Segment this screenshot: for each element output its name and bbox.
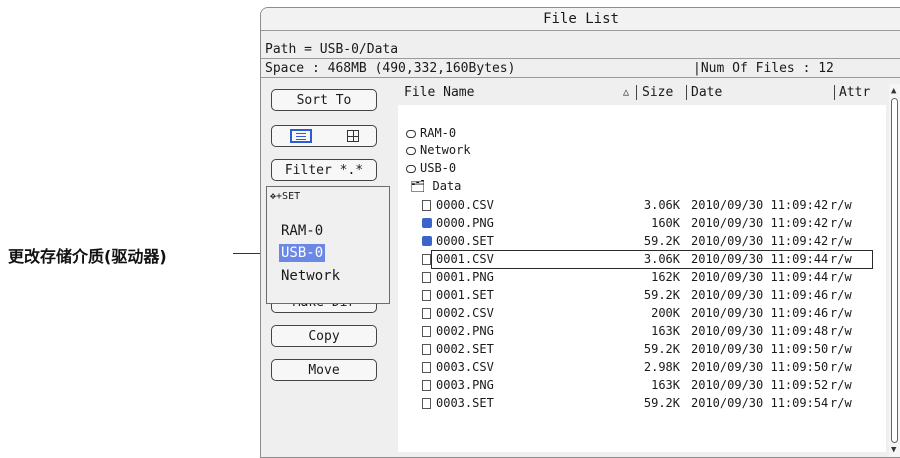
drive-icon	[406, 129, 416, 138]
list-item-selected[interactable]: 0001.CSV 3.06K 2010/09/30 11:09:44 r/w	[422, 250, 873, 269]
drive-item-ram[interactable]: RAM-0	[406, 125, 456, 142]
space-line: Space : 468MB (490,332,160Bytes) |Num Of…	[261, 60, 900, 78]
hint-row: ✥+SET	[270, 191, 301, 202]
document-icon	[422, 308, 431, 319]
column-separator	[636, 85, 637, 100]
column-header-date[interactable]: Date	[691, 84, 722, 101]
move-button[interactable]: Move	[271, 359, 377, 381]
document-icon	[422, 200, 431, 211]
media-select-popup: ✥+SET RAM-0 USB-0 Network	[266, 186, 390, 304]
scroll-up-icon[interactable]: ▲	[891, 86, 896, 96]
column-header-name[interactable]: File Name	[404, 84, 474, 101]
column-header-attr[interactable]: Attr	[839, 84, 870, 101]
drive-icon	[406, 146, 416, 155]
document-icon	[422, 344, 431, 355]
file-count: |Num Of Files : 12	[693, 61, 834, 76]
media-change-callout: 更改存储介质(驱动器)	[8, 247, 167, 266]
list-item[interactable]: 0003.SET 59.2K 2010/09/30 11:09:54 r/w	[398, 395, 872, 412]
sort-to-button[interactable]: Sort To	[271, 89, 377, 111]
display-mode-toggle[interactable]	[271, 125, 377, 147]
file-list-window: File List Path = USB-0/Data Space : 468M…	[260, 7, 900, 458]
document-icon	[422, 326, 431, 337]
document-icon	[422, 254, 431, 265]
sort-ascending-icon: △	[623, 87, 630, 98]
window-title: File List	[261, 8, 900, 31]
list-item[interactable]: 0000.CSV 3.06K 2010/09/30 11:09:42 r/w	[398, 197, 872, 214]
column-separator	[686, 85, 687, 100]
copy-button[interactable]: Copy	[271, 325, 377, 347]
scroll-thumb[interactable]	[891, 98, 898, 443]
list-item[interactable]: 0001.SET 59.2K 2010/09/30 11:09:46 r/w	[398, 287, 872, 304]
drive-icon	[406, 164, 416, 173]
path-line: Path = USB-0/Data	[261, 41, 900, 59]
list-item[interactable]: 0000.PNG 160K 2010/09/30 11:09:42 r/w	[398, 215, 872, 232]
filter-button[interactable]: Filter *.*	[271, 159, 377, 181]
media-option-ram[interactable]: RAM-0	[281, 222, 323, 240]
open-folder-icon: 🗂	[410, 179, 426, 193]
image-icon	[422, 218, 432, 228]
list-item[interactable]: 0003.CSV 2.98K 2010/09/30 11:09:50 r/w	[398, 359, 872, 376]
column-separator	[834, 85, 835, 100]
vertical-scrollbar[interactable]: ▲ ▼	[889, 84, 900, 457]
list-view-icon[interactable]	[289, 129, 312, 143]
list-item[interactable]: 0002.SET 59.2K 2010/09/30 11:09:50 r/w	[398, 341, 872, 358]
media-option-usb[interactable]: USB-0	[279, 244, 326, 262]
document-icon	[422, 380, 431, 391]
document-icon	[422, 362, 431, 373]
folder-item-data[interactable]: 🗂 Data	[410, 178, 461, 195]
drive-item-usb[interactable]: USB-0	[406, 160, 456, 177]
list-item[interactable]: 0000.SET 59.2K 2010/09/30 11:09:42 r/w	[398, 233, 872, 250]
image-icon	[422, 236, 432, 246]
scroll-down-icon[interactable]: ▼	[891, 445, 896, 455]
file-list: RAM-0 Network USB-0 🗂 Data 0000.CSV 3.06K…	[398, 105, 886, 452]
list-item[interactable]: 0001.PNG 162K 2010/09/30 11:09:44 r/w	[398, 269, 872, 286]
thumbnail-view-icon[interactable]	[346, 130, 359, 142]
list-item[interactable]: 0003.PNG 163K 2010/09/30 11:09:52 r/w	[398, 377, 872, 394]
drive-item-network[interactable]: Network	[406, 142, 471, 159]
column-header-size[interactable]: Size	[642, 84, 673, 101]
list-item[interactable]: 0002.CSV 200K 2010/09/30 11:09:46 r/w	[398, 305, 872, 322]
document-icon	[422, 272, 431, 283]
document-icon	[422, 398, 431, 409]
space-info: Space : 468MB (490,332,160Bytes)	[265, 61, 516, 76]
document-icon	[422, 290, 431, 301]
list-item[interactable]: 0002.PNG 163K 2010/09/30 11:09:48 r/w	[398, 323, 872, 340]
media-option-network[interactable]: Network	[281, 267, 340, 285]
